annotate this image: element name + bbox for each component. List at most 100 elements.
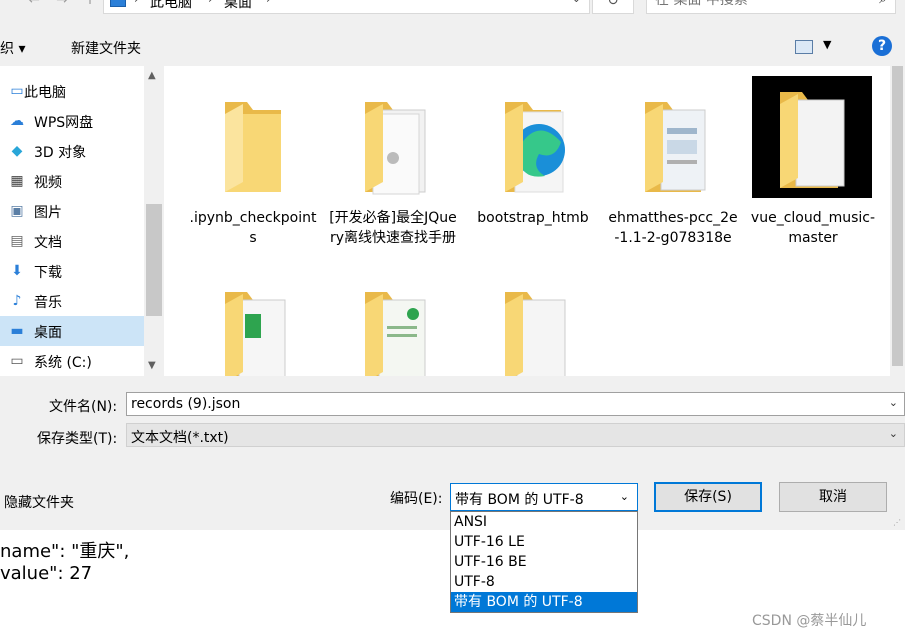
help-icon[interactable]: ? xyxy=(872,36,892,56)
nav-item-videos[interactable]: ▦ 视频 xyxy=(0,166,144,196)
toolbar: 组织 ▾ 新建文件夹 ▼ xyxy=(0,30,905,64)
chevron-down-icon[interactable]: ⌄ xyxy=(889,427,898,440)
content-scrollbar[interactable] xyxy=(890,66,905,376)
up-icon[interactable]: ↑ xyxy=(80,0,100,14)
chevron-right-icon: › xyxy=(134,0,139,6)
address-bar[interactable]: › 此电脑 › 桌面 › ⌄ xyxy=(103,0,590,14)
folder-with-documents-icon xyxy=(365,292,426,376)
music-icon: ♪ xyxy=(12,293,22,309)
organize-button[interactable]: 组织 ▾ xyxy=(0,38,25,58)
search-input[interactable] xyxy=(655,0,865,10)
nav-item-3d-objects[interactable]: ◆ 3D 对象 xyxy=(0,136,144,166)
file-name: bootstrap_htmb xyxy=(477,210,589,226)
nav-item-wps-cloud[interactable]: ☁ WPS网盘 xyxy=(0,106,144,136)
encoding-option-utf16le[interactable]: UTF-16 LE xyxy=(451,532,637,552)
scrollbar-thumb[interactable] xyxy=(146,204,162,316)
breadcrumb-desktop[interactable]: 桌面 xyxy=(224,0,252,12)
refresh-icon: ↻ xyxy=(607,0,619,9)
save-button[interactable]: 保存(S) xyxy=(654,482,762,512)
nav-label: 文档 xyxy=(34,235,62,251)
chevron-right-icon: › xyxy=(266,0,271,6)
file-item-bootstrap[interactable]: bootstrap_htmb xyxy=(468,76,598,266)
resize-grip-icon[interactable]: ⋰ xyxy=(893,518,901,527)
chevron-down-icon[interactable]: ⌄ xyxy=(572,0,581,5)
nav-label: 此电脑 xyxy=(24,85,66,101)
encoding-option-utf16be[interactable]: UTF-16 BE xyxy=(451,552,637,572)
editor-line: value": 27 xyxy=(0,563,93,584)
nav-label: 音乐 xyxy=(34,295,62,311)
file-item[interactable] xyxy=(468,266,598,376)
chevron-down-icon[interactable]: ⌄ xyxy=(620,490,629,503)
file-name: ehmatthes-pcc_2e-1.1-2-g078318e xyxy=(608,210,738,246)
file-item-ehmatthes[interactable]: ehmatthes-pcc_2e-1.1-2-g078318e xyxy=(608,76,738,266)
chevron-right-icon: › xyxy=(208,0,213,6)
nav-label: 桌面 xyxy=(34,325,62,341)
chevron-down-icon[interactable]: ⌄ xyxy=(889,396,898,409)
encoding-select[interactable]: 带有 BOM 的 UTF-8 ⌄ xyxy=(450,483,638,511)
file-item-jquery-manual[interactable]: [开发必备]最全JQuery离线快速查找手册 xyxy=(328,76,458,266)
file-name: [开发必备]最全JQuery离线快速查找手册 xyxy=(329,210,457,246)
file-name: .ipynb_checkpoints xyxy=(189,210,317,246)
search-icon: ⌕ xyxy=(879,0,887,7)
desktop-icon: ▬ xyxy=(10,323,24,339)
nav-label: 图片 xyxy=(34,205,62,221)
chevron-down-icon[interactable]: ▼ xyxy=(823,38,831,51)
back-icon[interactable]: ← xyxy=(24,0,44,14)
nav-item-pictures[interactable]: ▣ 图片 xyxy=(0,196,144,226)
address-row: ← → ↑ › 此电脑 › 桌面 › ⌄ ↻ ⌕ xyxy=(0,0,905,14)
nav-item-system-drive[interactable]: ▭ 系统 (C:) xyxy=(0,346,144,376)
filename-label: 文件名(N): xyxy=(49,399,118,415)
download-icon: ⬇ xyxy=(11,263,23,279)
filename-field[interactable]: ⌄ xyxy=(126,392,905,416)
file-name: vue_cloud_music-master xyxy=(750,210,876,246)
document-icon: ▤ xyxy=(10,233,24,249)
nav-label: 系统 (C:) xyxy=(34,355,92,371)
breadcrumb-this-pc[interactable]: 此电脑 xyxy=(150,0,192,12)
encoding-option-utf8-bom[interactable]: 带有 BOM 的 UTF-8 xyxy=(451,592,637,612)
folder-with-documents-icon xyxy=(365,102,426,195)
scroll-up-icon[interactable]: ▲ xyxy=(148,70,156,81)
forward-icon[interactable]: → xyxy=(52,0,72,14)
nav-item-this-pc[interactable]: ▭ 此电脑 xyxy=(0,76,144,106)
nav-label: 3D 对象 xyxy=(34,145,87,161)
cancel-button[interactable]: 取消 xyxy=(779,482,887,512)
save-as-dialog: ← → ↑ › 此电脑 › 桌面 › ⌄ ↻ ⌕ 组织 ▾ 新建文件夹 ▼ ? … xyxy=(0,0,905,530)
nav-item-desktop[interactable]: ▬ 桌面 xyxy=(0,316,144,346)
search-box[interactable]: ⌕ xyxy=(646,0,896,14)
encoding-option-utf8[interactable]: UTF-8 xyxy=(451,572,637,592)
refresh-button[interactable]: ↻ xyxy=(592,0,634,14)
folder-with-spreadsheet-icon xyxy=(225,292,286,376)
nav-label: WPS网盘 xyxy=(34,115,94,131)
watermark: CSDN @蔡半仙儿 xyxy=(752,613,867,629)
folder-icon xyxy=(225,102,281,192)
file-type-select[interactable]: 文本文档(*.txt) ⌄ xyxy=(126,423,905,447)
nav-label: 视频 xyxy=(34,175,62,191)
filename-input[interactable] xyxy=(131,395,871,413)
folder-with-edge-icon xyxy=(505,102,565,193)
encoding-dropdown-list: ANSI UTF-16 LE UTF-16 BE UTF-8 带有 BOM 的 … xyxy=(450,511,638,613)
cube-icon: ◆ xyxy=(11,143,23,159)
encoding-label: 编码(E): xyxy=(390,491,443,507)
file-type-label: 保存类型(T): xyxy=(37,431,118,447)
file-item[interactable] xyxy=(328,266,458,376)
encoding-option-ansi[interactable]: ANSI xyxy=(451,512,637,532)
hide-folders-toggle[interactable]: 隐藏文件夹 xyxy=(4,492,74,512)
folder-with-documents-icon xyxy=(505,292,566,376)
nav-item-music[interactable]: ♪ 音乐 xyxy=(0,286,144,316)
drive-icon: ▭ xyxy=(10,353,24,369)
scrollbar-thumb[interactable] xyxy=(892,66,903,366)
file-item-ipynb-checkpoints[interactable]: .ipynb_checkpoints xyxy=(188,76,318,266)
file-type-value: 文本文档(*.txt) xyxy=(131,430,229,446)
scroll-down-icon[interactable]: ▼ xyxy=(148,360,156,371)
video-icon: ▦ xyxy=(10,173,24,189)
view-options-icon[interactable] xyxy=(795,40,813,54)
nav-scrollbar[interactable]: ▲ ▼ xyxy=(144,66,164,376)
file-item-vue-cloud-music[interactable]: vue_cloud_music-master xyxy=(748,76,878,266)
nav-item-documents[interactable]: ▤ 文档 xyxy=(0,226,144,256)
computer-icon xyxy=(110,0,126,7)
file-item[interactable] xyxy=(188,266,318,376)
navigation-pane: ▭ 此电脑 ☁ WPS网盘 ◆ 3D 对象 ▦ 视频 ▣ 图片 ▤ 文档 ⬇ 下… xyxy=(0,66,164,376)
cloud-icon: ☁ xyxy=(10,113,24,129)
nav-item-downloads[interactable]: ⬇ 下载 xyxy=(0,256,144,286)
new-folder-button[interactable]: 新建文件夹 xyxy=(71,38,141,58)
